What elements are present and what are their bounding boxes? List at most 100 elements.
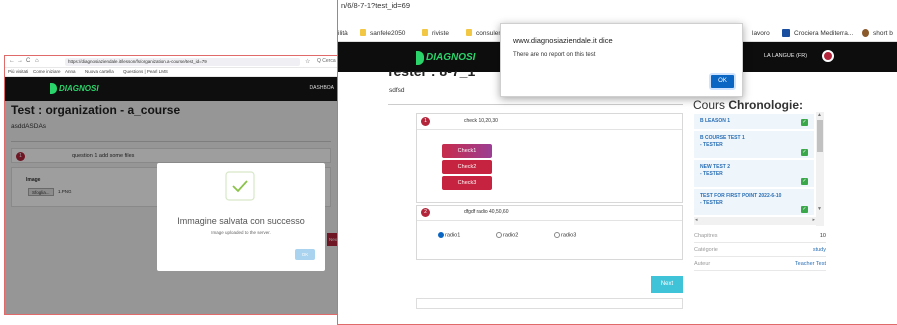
alert-message: There are no report on this test [513,52,596,58]
radio-option[interactable]: radio1 [438,232,460,238]
back-icon[interactable]: ← [9,58,15,64]
scrollbar[interactable]: ▲ ▼ [816,112,824,226]
next-button[interactable]: Next [651,276,683,293]
address-url: https://diagnosiaziendale.it/lesson/fs/o… [68,59,207,64]
meta-row-chapters: Chapitres 10 [694,231,826,243]
chronology-item-label: B COURSE TEST 1 - TESTER [700,135,745,148]
chronology-title: Cours Chronologie: [693,98,803,112]
chronology-item[interactable]: TEST FOR FIRST POINT 2022-6-10 - TESTER … [694,189,814,216]
browser-alert-dialog: www.diagnosiaziendale.it dice There are … [500,23,743,97]
meta-row-author: Auteur Teacher Test [694,259,826,271]
home-icon[interactable]: ⌂ [35,58,39,64]
chronology-item-label: NEW TEST 2 - TESTER [700,164,731,177]
bookmark-item[interactable]: Questions | Pearl LMS [123,69,168,74]
chronology-title-prefix: Cours [693,98,726,112]
chronology-title-strong: Chronologie: [728,98,804,112]
bookmark-item[interactable]: Come iniziare [33,69,61,74]
chronology-item-label: B LEASON 1 [700,118,731,124]
checkbox-checked-icon: ✓ [801,206,808,213]
logo-mark [50,83,57,94]
dialog-ok-button[interactable]: OK [295,249,315,260]
question-header [417,114,682,130]
success-dialog: Immagine salvata con successo Image uplo… [157,163,325,271]
dialog-message: Image uploaded to the server. [211,230,271,235]
meta-value[interactable]: study [813,247,826,253]
footer-box [416,298,683,309]
address-bar[interactable]: n/6/8-7-1?test_id=69 [338,0,897,12]
question-text: dfgdf radio 40,50,60 [464,209,509,215]
address-bar[interactable]: https://diagnosiaziendale.it/lesson/fs/o… [65,58,300,66]
radio-option[interactable]: radio3 [554,232,576,238]
chronology-item[interactable]: B LEASON 1 ✓ [694,114,814,130]
left-toolbar: ← → C ⌂ https://diagnosiaziendale.it/les… [5,56,338,68]
checkbox-checked-icon: ✓ [801,119,808,126]
radio-label: radio2 [503,232,519,239]
meta-key: Auteur [694,261,711,267]
folder-icon [466,29,472,36]
chronology-item[interactable]: NEW TEST 2 - TESTER ✓ [694,160,814,188]
bookmark-item[interactable]: lavoro [752,30,770,37]
search-box[interactable]: Q Cerca [317,58,336,64]
bookmark-item[interactable]: sanfele2050 [370,30,405,37]
logo-mark [416,51,424,65]
bookmark-item[interactable]: Anna [65,69,76,74]
meta-key: Catégorie [694,247,718,253]
bookmark-item[interactable]: riviste [432,30,449,37]
chronology-item-label: TEST FOR FIRST POINT 2022-6-10 - TESTER [700,193,782,206]
nav-dashboard[interactable]: DASHBOA [310,85,334,91]
logo[interactable]: DIAGNOSI [416,51,476,67]
left-site-header: DIAGNOSI DASHBOA [5,77,338,101]
bookmark-item[interactable]: Crociera Mediterra... [794,30,853,37]
chronology-item[interactable]: B COURSE TEST 1 - TESTER ✓ [694,131,814,159]
question-text: check 10,20,30 [464,118,498,124]
scroll-left-icon[interactable]: ◂ [695,217,698,223]
logo[interactable]: DIAGNOSI [50,83,99,96]
check-option[interactable]: Check1 [442,144,492,158]
check-option[interactable]: Check3 [442,176,492,190]
forward-icon[interactable]: → [17,58,23,64]
scrollbar-thumb[interactable] [817,120,823,152]
scroll-up-icon[interactable]: ▲ [817,112,822,118]
dialog-title: Immagine salvata con successo [177,216,305,226]
bookmark-item[interactable]: short b [873,30,893,37]
divider [388,104,683,105]
scroll-right-icon[interactable]: ▸ [812,217,815,223]
horizontal-scrollbar[interactable]: ◂ ▸ [694,217,816,225]
ship-icon [782,29,790,37]
meta-key: Chapitres [694,233,718,239]
checkbox-checked-icon: ✓ [801,149,808,156]
question-number: 2 [421,208,430,217]
bookmark-item[interactable]: Più visitati [8,69,28,74]
meta-row-category: Catégorie study [694,245,826,257]
radio-option[interactable]: radio2 [496,232,518,238]
radio-label: radio3 [561,232,577,239]
alert-ok-button[interactable]: OK [709,73,736,90]
meta-value: 10 [819,233,826,239]
meta-value[interactable]: Teacher Test [795,261,826,267]
checkbox-checked-icon: ✓ [801,178,808,185]
bookmark-item[interactable]: Nuova cartella [85,69,114,74]
avatar[interactable] [822,50,834,62]
logo-text: DIAGNOSI [426,52,476,63]
radio-selected-icon [438,232,444,238]
logo-text: DIAGNOSI [59,84,99,93]
bookmark-star-icon[interactable]: ☆ [305,58,310,65]
language-selector[interactable]: LA LANGUE (FR) [764,53,807,59]
page-subtitle: sdfsd [389,87,405,94]
question-number: 1 [421,117,430,126]
folder-icon [422,29,428,36]
check-option[interactable]: Check2 [442,160,492,174]
bookmark-item[interactable]: ilità [338,30,348,37]
radio-label: radio1 [445,232,461,239]
radio-icon [554,232,560,238]
address-url: n/6/8-7-1?test_id=69 [341,1,411,10]
scroll-down-icon[interactable]: ▼ [817,206,822,212]
left-bookmarks-bar: Più visitati Come iniziare Anna Nuova ca… [5,68,338,77]
alert-origin: www.diagnosiaziendale.it dice [513,36,613,45]
reload-icon[interactable]: C [26,58,30,64]
left-browser-window: ← → C ⌂ https://diagnosiaziendale.it/les… [4,55,339,315]
owl-icon [862,29,869,37]
success-check-icon [225,171,255,201]
question-header [417,206,682,221]
folder-icon [360,29,366,36]
